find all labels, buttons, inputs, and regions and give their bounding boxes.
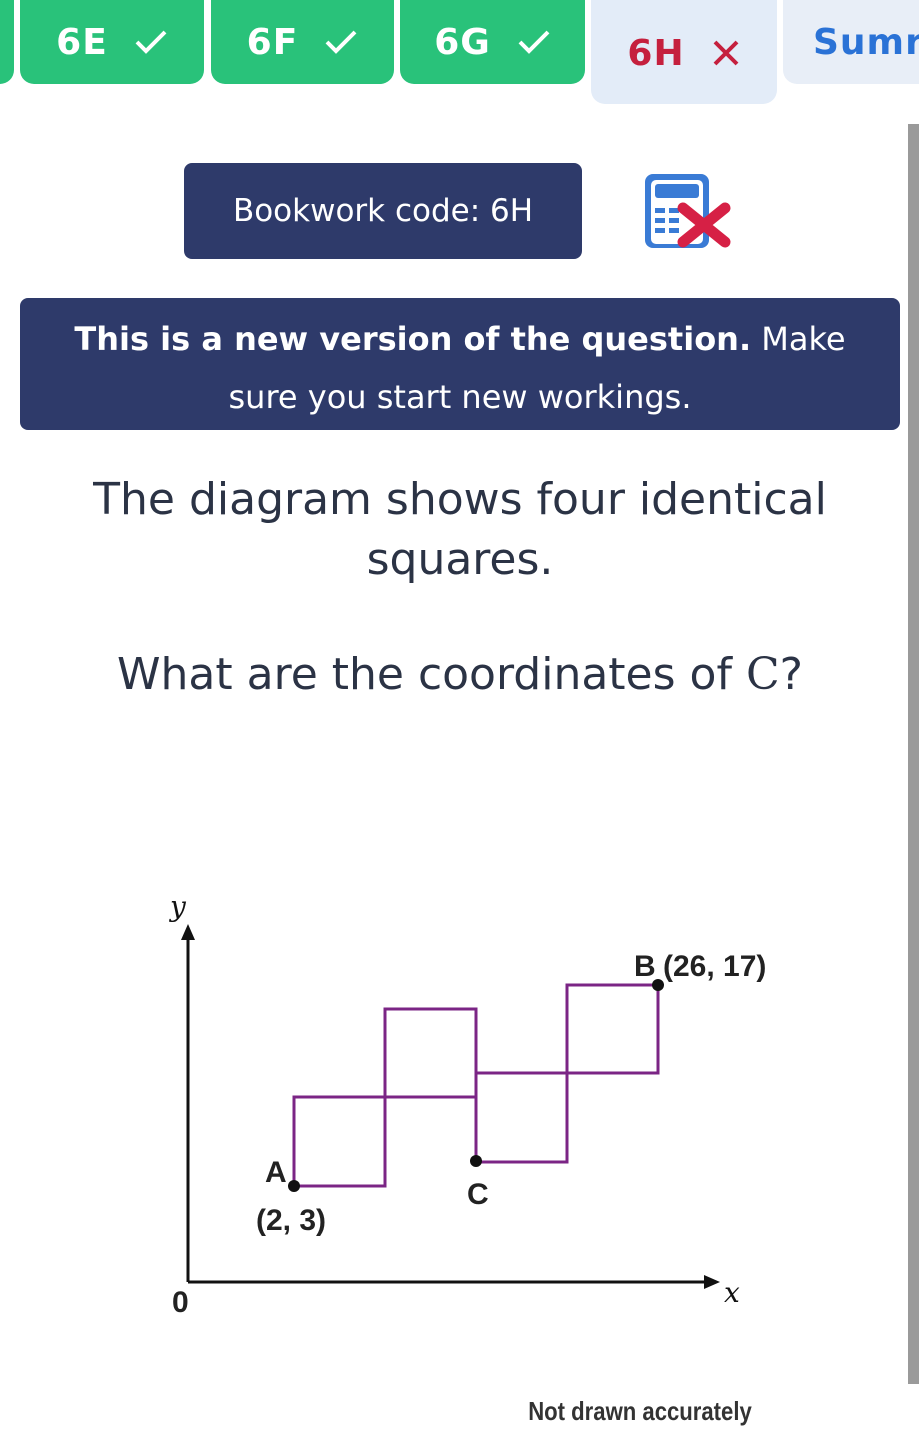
point-c [470,1155,482,1167]
point-c-label: C [467,1178,489,1211]
square-3 [474,1071,569,1164]
tab-6h[interactable]: 6H [591,0,777,104]
y-axis-label: y [168,890,187,923]
bookwork-code: Bookwork code: 6H [184,163,582,259]
tab-label: Sumr [813,21,919,63]
bookwork-label: Bookwork code: 6H [232,193,534,229]
question-statement: The diagram shows four identical squares… [93,474,827,585]
tab-label: 6H [627,32,685,74]
point-b-label: B [634,950,656,983]
new-version-banner: This is a new version of the question. M… [20,298,900,430]
x-axis-label: x [724,1276,740,1309]
tab-6g[interactable]: 6G [400,0,585,84]
tab-label: 6G [434,21,491,63]
calculator-not-allowed-icon [645,174,731,248]
tab-summary[interactable]: Sumr [783,0,919,84]
cross-icon [713,40,739,66]
point-a [288,1180,300,1192]
question-prompt: What are the coordinates of C? [30,645,890,705]
tab-label: 6F [246,21,299,63]
not-drawn-accurately-note: Not drawn accurately [528,1396,752,1426]
check-icon [135,30,167,54]
tab-edge-left [0,0,14,84]
tab-6e[interactable]: 6E [20,0,204,84]
question-variable: C [745,649,780,700]
origin-label: 0 [172,1286,189,1319]
tab-label: 6E [56,21,108,63]
square-4 [565,983,660,1075]
coordinate-diagram: y x 0 A (2, 3) B (26, 17) C [168,890,766,1319]
point-a-coords: (2, 3) [256,1204,326,1237]
tab-bar: 6E 6F 6G 6H Sumr [0,0,919,110]
point-a-label: A [265,1156,287,1189]
banner-bold-text: This is a new version of the question. [74,320,752,358]
y-axis-arrow [181,924,195,940]
square-1 [292,1095,387,1188]
point-b-coords: (26, 17) [663,950,766,983]
x-axis-arrow [704,1275,720,1289]
check-icon [325,30,357,54]
question-suffix: ? [779,649,803,700]
scrollbar[interactable] [908,124,919,1384]
tab-6f[interactable]: 6F [211,0,394,84]
question-prompt-text: What are the coordinates of [117,649,746,700]
square-2 [383,1007,478,1099]
check-icon [518,30,550,54]
